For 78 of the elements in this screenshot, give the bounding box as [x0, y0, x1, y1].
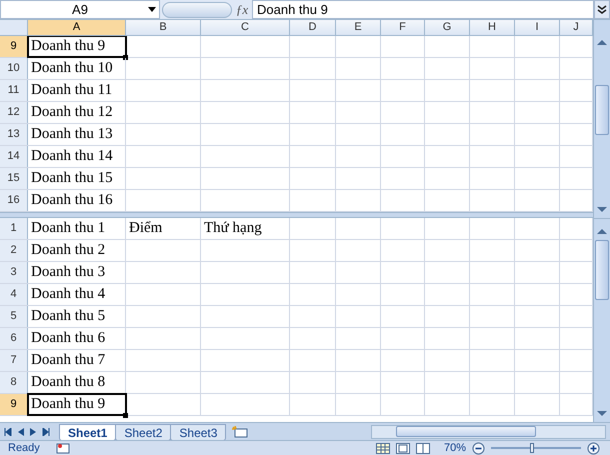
row-header[interactable]: 15 — [0, 168, 28, 189]
cell[interactable]: Doanh thu 16 — [28, 190, 126, 211]
scroll-down-icon[interactable] — [597, 207, 607, 212]
row-header[interactable]: 9 — [0, 394, 28, 415]
row-header[interactable]: 13 — [0, 124, 28, 145]
zoom-slider-thumb[interactable] — [530, 443, 534, 453]
cell[interactable]: Điểm — [126, 218, 201, 239]
cell[interactable]: Doanh thu 3 — [28, 262, 126, 283]
formula-field[interactable]: Doanh thu 9 — [252, 0, 594, 19]
column-header[interactable]: B — [126, 20, 201, 35]
zoom-in-icon[interactable] — [587, 442, 600, 454]
row-header[interactable]: 4 — [0, 284, 28, 305]
cell[interactable]: Doanh thu 7 — [28, 350, 126, 371]
scroll-up-icon[interactable] — [597, 40, 607, 45]
row-header[interactable]: 14 — [0, 146, 28, 167]
sheet-tab[interactable]: Sheet2 — [115, 424, 172, 440]
row-header[interactable]: 2 — [0, 240, 28, 261]
cell[interactable]: Doanh thu 9 — [28, 36, 126, 57]
cell[interactable]: Thứ hạng — [201, 218, 290, 239]
previous-sheet-icon[interactable] — [18, 428, 24, 436]
cell[interactable]: Doanh thu 4 — [28, 284, 126, 305]
cell[interactable]: Doanh thu 11 — [28, 80, 126, 101]
row-header[interactable]: 3 — [0, 262, 28, 283]
row-header[interactable]: 11 — [0, 80, 28, 101]
cell[interactable]: Doanh thu 9 — [28, 394, 126, 415]
cell[interactable]: Doanh thu 15 — [28, 168, 126, 189]
cell[interactable]: Doanh thu 14 — [28, 146, 126, 167]
normal-view-icon[interactable] — [376, 442, 390, 454]
cell[interactable]: Doanh thu 6 — [28, 328, 126, 349]
scroll-down-icon[interactable] — [597, 411, 607, 416]
column-header[interactable]: A — [28, 20, 126, 35]
column-header[interactable]: C — [201, 20, 290, 35]
row-header[interactable]: 5 — [0, 306, 28, 327]
row-header[interactable]: 6 — [0, 328, 28, 349]
formula-bar-handle[interactable] — [162, 2, 232, 18]
next-sheet-icon[interactable] — [30, 428, 36, 436]
row-header[interactable]: 7 — [0, 350, 28, 371]
cell[interactable]: Doanh thu 8 — [28, 372, 126, 393]
row-header[interactable]: 12 — [0, 102, 28, 123]
zoom-out-icon[interactable] — [472, 442, 485, 454]
first-sheet-icon[interactable] — [4, 428, 12, 436]
dropdown-icon[interactable] — [148, 7, 156, 12]
expand-icon[interactable] — [594, 0, 610, 19]
function-icon[interactable]: ƒx — [232, 0, 252, 20]
cell[interactable]: Doanh thu 12 — [28, 102, 126, 123]
scrollbar-thumb[interactable] — [595, 85, 609, 135]
sheet-tab[interactable]: Sheet3 — [170, 424, 226, 440]
row-header[interactable]: 16 — [0, 190, 28, 211]
column-header[interactable]: I — [515, 20, 560, 35]
cell[interactable]: Doanh thu 1 — [28, 218, 126, 239]
scrollbar-thumb[interactable] — [396, 426, 536, 437]
cell[interactable]: Doanh thu 10 — [28, 58, 126, 79]
column-header[interactable]: F — [381, 20, 425, 35]
macro-record-icon[interactable] — [56, 442, 70, 454]
name-box[interactable]: A9 — [0, 0, 160, 19]
fill-handle[interactable] — [123, 413, 128, 418]
status-text: Ready — [7, 441, 41, 455]
zoom-level[interactable]: 70% — [444, 441, 466, 455]
cell[interactable]: Doanh thu 2 — [28, 240, 126, 261]
column-header[interactable]: D — [290, 20, 336, 35]
row-header[interactable]: 8 — [0, 372, 28, 393]
cell[interactable]: Doanh thu 13 — [28, 124, 126, 145]
row-header[interactable]: 1 — [0, 218, 28, 239]
column-header[interactable]: G — [425, 20, 470, 35]
cell[interactable]: Doanh thu 5 — [28, 306, 126, 327]
horizontal-scrollbar[interactable] — [371, 424, 606, 438]
fill-handle[interactable] — [123, 55, 128, 60]
page-break-icon[interactable] — [416, 442, 430, 454]
row-header[interactable]: 9 — [0, 36, 28, 57]
last-sheet-icon[interactable] — [42, 428, 50, 436]
row-header[interactable]: 10 — [0, 58, 28, 79]
insert-sheet-icon[interactable] — [232, 426, 248, 438]
column-header[interactable]: H — [470, 20, 515, 35]
sheet-tab[interactable]: Sheet1 — [59, 424, 116, 440]
scrollbar-thumb[interactable] — [595, 240, 609, 300]
scroll-up-icon[interactable] — [597, 229, 607, 234]
page-layout-icon[interactable] — [396, 442, 410, 454]
column-header[interactable]: E — [336, 20, 381, 35]
